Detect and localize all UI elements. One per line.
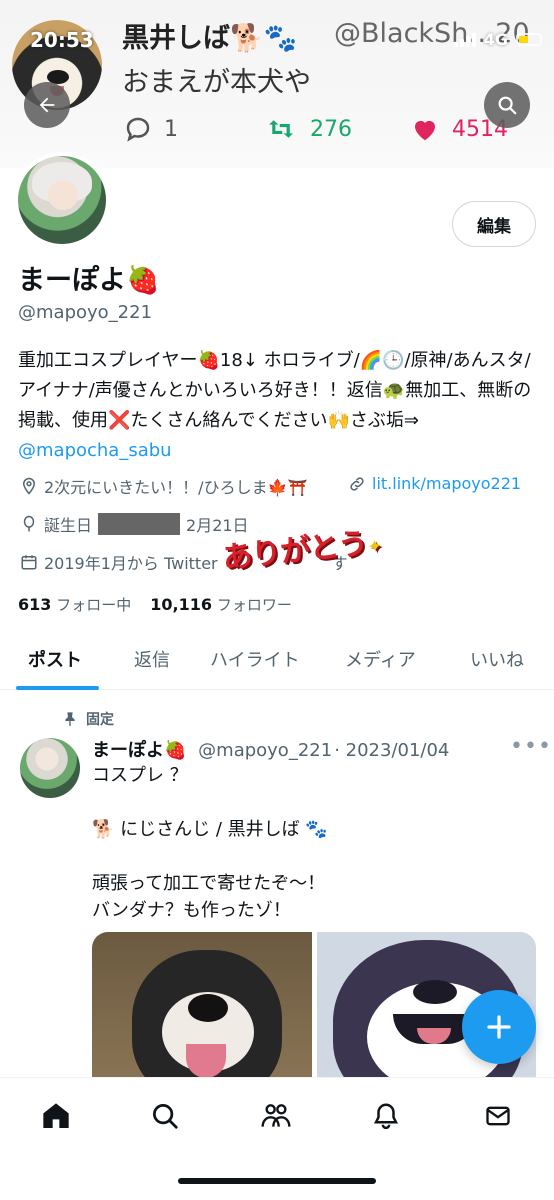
active-tab-indicator — [16, 686, 99, 690]
calendar-icon — [21, 555, 37, 570]
nav-notifications[interactable] — [366, 1096, 406, 1136]
pinned-label: 固定 — [62, 709, 114, 729]
battery-icon — [516, 33, 542, 46]
nav-communities[interactable] — [256, 1096, 296, 1136]
join-date-text: 2019年1月から Twitter — [44, 554, 218, 573]
status-time: 20:53 — [30, 28, 94, 52]
home-icon — [43, 1103, 69, 1128]
profile-tabs: ポスト 返信 ハイライト メディア いいね — [0, 628, 554, 690]
birthday: 誕生日 2月21日 — [20, 512, 249, 536]
username: @mapoyo_221 — [18, 302, 153, 323]
tab-highlights[interactable]: ハイライト — [210, 646, 300, 672]
tab-likes[interactable]: いいね — [470, 646, 524, 672]
location-text: 2次元にいきたい！！/ひろしま🍁⛩️ — [44, 478, 308, 497]
tweet-text: コスプレ ？ 🐕 にじさんじ / 黒井しば 🐾 頑張って加工で寄せたぞ〜！ バン… — [92, 765, 328, 921]
followers-link[interactable]: 10,116 フォロワー — [150, 595, 292, 614]
network-type: 4G — [483, 30, 508, 49]
website-link[interactable]: lit.link/mapoyo221 — [372, 474, 521, 493]
tweet-date[interactable]: · 2023/01/04 — [334, 740, 449, 761]
compose-button[interactable] — [462, 990, 536, 1064]
following-count: 613 — [18, 595, 52, 614]
followers-count: 10,116 — [150, 595, 213, 614]
nav-search[interactable] — [145, 1096, 185, 1136]
mail-icon — [486, 1106, 510, 1126]
bio: 重加工コスプレイヤー🍓18↓ ホロライブ/🌈🕒/原神/あんスタ/アイナナ/声優さ… — [18, 346, 538, 466]
follow-stats: 613 フォロー中 10,116 フォロワー — [18, 594, 292, 615]
search-button[interactable] — [484, 82, 530, 128]
status-indicators: 4G — [453, 30, 542, 49]
banner-tweet-text: おまえが本犬や — [122, 67, 311, 98]
banner-tweet-name: 黒井しば🐕🐾 — [122, 23, 298, 54]
following-link[interactable]: 613 フォロー中 — [18, 595, 132, 614]
tweet-avatar[interactable] — [20, 738, 80, 798]
bio-text: 重加工コスプレイヤー🍓18↓ ホロライブ/🌈🕒/原神/あんスタ/アイナナ/声優さ… — [18, 350, 532, 431]
pin-icon — [65, 712, 75, 727]
tweet-header: まーぽよ🍓 @mapoyo_221 · 2023/01/04 — [92, 736, 449, 762]
back-icon — [39, 97, 55, 113]
bell-icon — [373, 1103, 399, 1130]
nav-messages[interactable] — [478, 1096, 518, 1136]
tab-posts[interactable]: ポスト — [28, 646, 82, 672]
banner-retweet-count: 276 — [310, 116, 352, 142]
more-options-icon[interactable]: ••• — [510, 734, 552, 759]
tab-replies[interactable]: 返信 — [134, 646, 170, 672]
heart-icon — [415, 120, 435, 141]
banner-reply-stat: 1 — [122, 114, 178, 144]
back-button[interactable] — [24, 82, 70, 128]
banner-reply-count: 1 — [164, 116, 178, 142]
profile-banner: 黒井しば🐕🐾 @BlackSh…20 おまえが本犬や 1 276 4514 — [0, 0, 554, 168]
reply-icon — [126, 117, 150, 142]
tweet-author-name[interactable]: まーぽよ🍓 — [92, 740, 186, 761]
location: 2次元にいきたい！！/ひろしま🍁⛩️ — [20, 474, 307, 498]
search-icon — [153, 1104, 178, 1129]
nav-home[interactable] — [36, 1096, 76, 1136]
location-icon — [22, 477, 36, 495]
profile-avatar[interactable] — [14, 152, 110, 248]
following-label: フォロー中 — [56, 596, 132, 614]
bio-mention-link[interactable]: @mapocha_sabu — [18, 440, 172, 461]
redaction-bar — [98, 513, 181, 535]
display-name: まーぽよ🍓 — [18, 265, 160, 296]
retweet-icon — [269, 120, 293, 138]
pinned-text: 固定 — [86, 712, 114, 728]
website[interactable]: lit.link/mapoyo221 — [348, 474, 521, 493]
home-indicator — [178, 1178, 376, 1184]
balloon-icon — [23, 515, 35, 532]
followers-label: フォロワー — [216, 596, 292, 614]
plus-icon — [487, 1015, 511, 1039]
communities-icon — [261, 1104, 291, 1127]
signal-icon — [453, 32, 476, 47]
tweet-image-photo[interactable] — [92, 932, 312, 1082]
link-icon — [350, 476, 364, 491]
birthday-prefix: 誕生日 — [44, 516, 93, 535]
edit-profile-button[interactable]: 編集 — [452, 201, 536, 247]
search-icon — [498, 96, 517, 115]
tweet-author-handle: @mapoyo_221 — [198, 740, 333, 761]
tab-media[interactable]: メディア — [345, 646, 416, 672]
banner-retweet-stat: 276 — [262, 114, 352, 144]
